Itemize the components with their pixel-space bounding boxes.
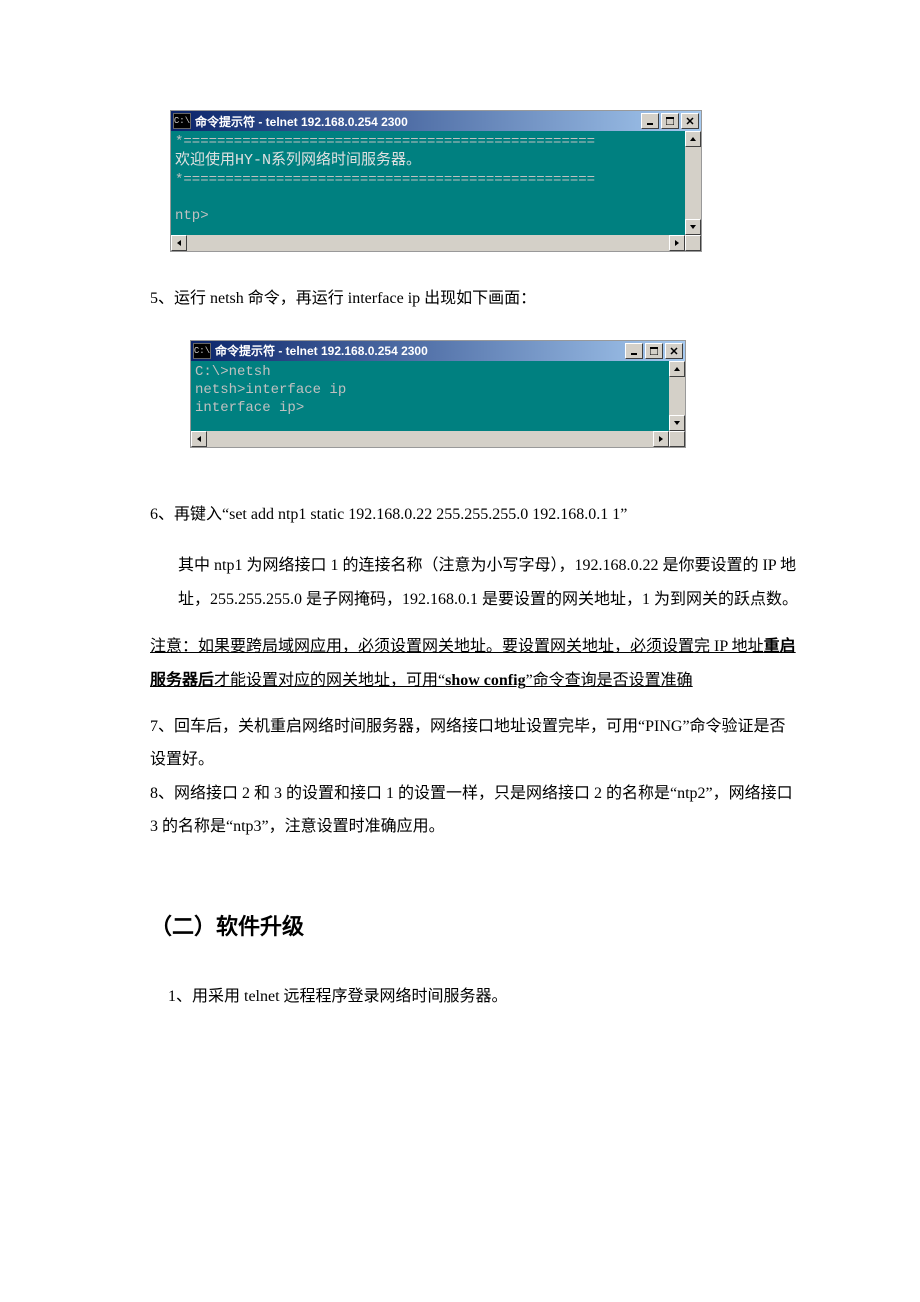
welcome-line: 欢迎使用HY-N系列网络时间服务器。 <box>175 152 421 169</box>
terminal-window-1: C:\ 命令提示符 - telnet 192.168.0.254 2300 *=… <box>170 110 702 252</box>
paragraph-8: 8、网络接口 2 和 3 的设置和接口 1 的设置一样，只是网络接口 2 的名称… <box>150 777 800 844</box>
terminal-content-wrap: C:\>netsh netsh>interface ip interface i… <box>191 361 685 431</box>
scroll-left-icon[interactable] <box>171 235 187 251</box>
terminal-content: C:\>netsh netsh>interface ip interface i… <box>191 361 669 431</box>
window-controls <box>641 113 699 129</box>
terminal-content-wrap: *=======================================… <box>171 131 701 235</box>
scroll-track[interactable] <box>207 431 653 447</box>
scroll-down-icon[interactable] <box>685 219 701 235</box>
note-text: 才能设置对应的网关地址，可用“ <box>214 672 445 689</box>
note-text: ”命令查询是否设置准确 <box>526 672 693 689</box>
scroll-down-icon[interactable] <box>669 415 685 431</box>
terminal-content: *=======================================… <box>171 131 685 235</box>
scroll-track[interactable] <box>685 147 701 219</box>
vertical-scrollbar[interactable] <box>685 131 701 235</box>
paragraph-5: 5、运行 netsh 命令，再运行 interface ip 出现如下画面： <box>150 282 800 316</box>
paragraph-6-body: 其中 ntp1 为网络接口 1 的连接名称（注意为小写字母），192.168.0… <box>150 549 800 616</box>
maximize-button[interactable] <box>645 343 663 359</box>
body-text: 6、再键入“set add ntp1 static 192.168.0.22 2… <box>150 498 800 1014</box>
paragraph-6-head: 6、再键入“set add ntp1 static 192.168.0.22 2… <box>150 498 800 532</box>
window-title: 命令提示符 - telnet 192.168.0.254 2300 <box>195 113 641 130</box>
divider-line: *=======================================… <box>175 172 595 188</box>
section-2-paragraph-1: 1、用采用 telnet 远程程序登录网络时间服务器。 <box>150 980 800 1014</box>
cmd-icon: C:\ <box>173 113 191 129</box>
close-button[interactable] <box>681 113 699 129</box>
document-page: C:\ 命令提示符 - telnet 192.168.0.254 2300 *=… <box>0 0 920 1094</box>
scroll-up-icon[interactable] <box>685 131 701 147</box>
scroll-track[interactable] <box>669 377 685 415</box>
body-text: 5、运行 netsh 命令，再运行 interface ip 出现如下画面： <box>150 282 800 316</box>
terminal-line: interface ip> <box>195 400 304 416</box>
note-text: 注意：如果要跨局域网应用，必须设置网关地址。要设置网关地址，必须设置完 IP 地… <box>150 638 764 655</box>
window-controls <box>625 343 683 359</box>
section-2-title: （二）软件升级 <box>150 904 800 950</box>
window-title: 命令提示符 - telnet 192.168.0.254 2300 <box>215 342 625 359</box>
scroll-up-icon[interactable] <box>669 361 685 377</box>
resize-grip-icon[interactable] <box>669 431 685 447</box>
titlebar: C:\ 命令提示符 - telnet 192.168.0.254 2300 <box>191 341 685 361</box>
prompt-line: ntp> <box>175 208 209 224</box>
titlebar: C:\ 命令提示符 - telnet 192.168.0.254 2300 <box>171 111 701 131</box>
scroll-right-icon[interactable] <box>653 431 669 447</box>
divider-line: *=======================================… <box>175 134 595 150</box>
scroll-left-icon[interactable] <box>191 431 207 447</box>
paragraph-7: 7、回车后，关机重启网络时间服务器，网络接口地址设置完毕，可用“PING”命令验… <box>150 710 800 777</box>
terminal-line: C:\>netsh <box>195 364 271 380</box>
resize-grip-icon[interactable] <box>685 235 701 251</box>
scroll-right-icon[interactable] <box>669 235 685 251</box>
horizontal-scrollbar[interactable] <box>191 431 685 447</box>
close-button[interactable] <box>665 343 683 359</box>
terminal-line: netsh>interface ip <box>195 382 346 398</box>
vertical-scrollbar[interactable] <box>669 361 685 431</box>
note-bold-cmd: show config <box>445 672 525 689</box>
cmd-icon: C:\ <box>193 343 211 359</box>
scroll-track[interactable] <box>187 235 669 251</box>
minimize-button[interactable] <box>641 113 659 129</box>
horizontal-scrollbar[interactable] <box>171 235 701 251</box>
note-paragraph: 注意：如果要跨局域网应用，必须设置网关地址。要设置网关地址，必须设置完 IP 地… <box>150 630 800 697</box>
maximize-button[interactable] <box>661 113 679 129</box>
minimize-button[interactable] <box>625 343 643 359</box>
terminal-window-2: C:\ 命令提示符 - telnet 192.168.0.254 2300 C:… <box>190 340 686 448</box>
